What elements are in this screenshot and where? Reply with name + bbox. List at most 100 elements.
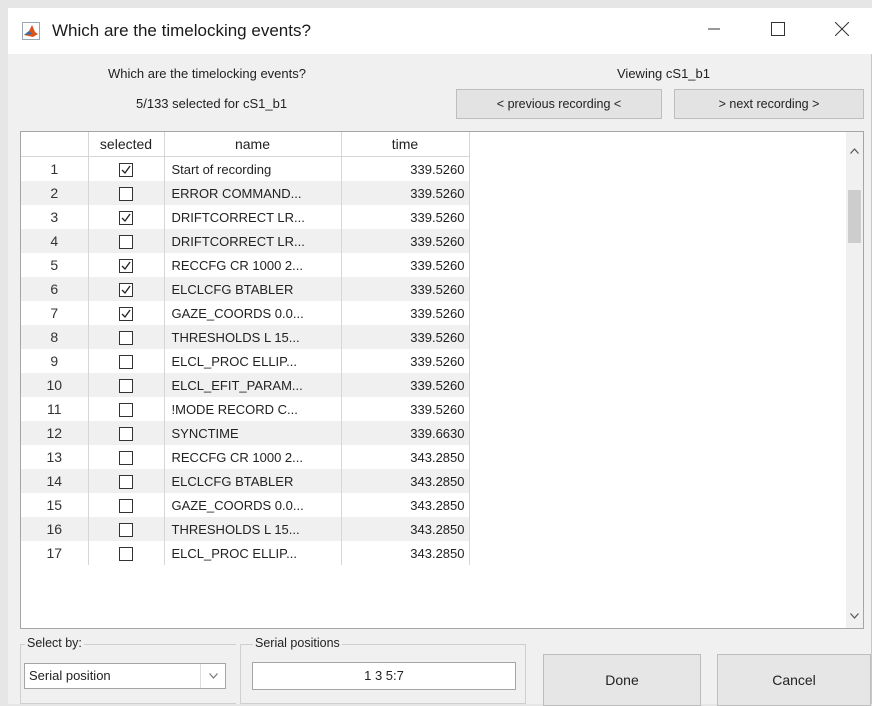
checkbox-unchecked[interactable] (119, 450, 133, 465)
checkbox-checked[interactable] (119, 306, 133, 321)
event-name[interactable]: GAZE_COORDS 0.0... (164, 493, 342, 517)
table-row[interactable]: 15 GAZE_COORDS 0.0... 343.2850 (21, 493, 470, 517)
table-row[interactable]: 5 RECCFG CR 1000 2... 339.5260 (21, 253, 470, 277)
event-name[interactable]: SYNCTIME (164, 421, 342, 445)
column-header-time[interactable]: time (341, 132, 470, 157)
table-row[interactable]: 1 Start of recording 339.5260 (21, 156, 470, 181)
selected-cell[interactable] (88, 445, 165, 469)
selected-cell[interactable] (88, 277, 165, 301)
event-time[interactable]: 343.2850 (341, 493, 470, 517)
selected-cell[interactable] (88, 493, 165, 517)
event-name[interactable]: DRIFTCORRECT LR... (164, 229, 342, 253)
table-row[interactable]: 10 ELCL_EFIT_PARAM... 339.5260 (21, 373, 470, 397)
table-row[interactable]: 2 ERROR COMMAND... 339.5260 (21, 181, 470, 205)
table-row[interactable]: 8 THRESHOLDS L 15... 339.5260 (21, 325, 470, 349)
vertical-scrollbar[interactable] (846, 132, 863, 628)
events-table[interactable]: selected name time 1 Start of recording 33… (20, 131, 864, 629)
select-by-dropdown[interactable]: Serial position (24, 663, 226, 689)
selected-cell[interactable] (88, 469, 165, 493)
serial-positions-input[interactable]: 1 3 5:7 (252, 662, 516, 690)
table-row[interactable]: 7 GAZE_COORDS 0.0... 339.5260 (21, 301, 470, 325)
table-row[interactable]: 17 ELCL_PROC ELLIP... 343.2850 (21, 541, 470, 565)
close-button[interactable] (814, 8, 870, 54)
table-row[interactable]: 4 DRIFTCORRECT LR... 339.5260 (21, 229, 470, 253)
event-name[interactable]: DRIFTCORRECT LR... (164, 205, 342, 229)
event-time[interactable]: 343.2850 (341, 469, 470, 493)
event-name[interactable]: ELCLCFG BTABLER (164, 277, 342, 301)
table-row[interactable]: 9 ELCL_PROC ELLIP... 339.5260 (21, 349, 470, 373)
event-time[interactable]: 339.5260 (341, 277, 470, 301)
event-time[interactable]: 339.5260 (341, 301, 470, 325)
event-time[interactable]: 339.5260 (341, 349, 470, 373)
table-row[interactable]: 14 ELCLCFG BTABLER 343.2850 (21, 469, 470, 493)
event-name[interactable]: !MODE RECORD C... (164, 397, 342, 421)
previous-recording-button[interactable]: < previous recording < (456, 89, 662, 119)
scroll-thumb[interactable] (848, 190, 861, 243)
checkbox-unchecked[interactable] (119, 522, 133, 537)
checkbox-checked[interactable] (119, 162, 133, 177)
event-name[interactable]: Start of recording (164, 156, 342, 181)
selected-cell[interactable] (88, 373, 165, 397)
checkbox-unchecked[interactable] (119, 186, 133, 201)
table-row[interactable]: 12 SYNCTIME 339.6630 (21, 421, 470, 445)
event-name[interactable]: ELCL_EFIT_PARAM... (164, 373, 342, 397)
event-time[interactable]: 343.2850 (341, 445, 470, 469)
selected-cell[interactable] (88, 301, 165, 325)
column-header-name[interactable]: name (164, 132, 342, 157)
selected-cell[interactable] (88, 156, 165, 181)
checkbox-unchecked[interactable] (119, 234, 133, 249)
event-time[interactable]: 339.5260 (341, 156, 470, 181)
selected-cell[interactable] (88, 181, 165, 205)
selected-cell[interactable] (88, 541, 165, 565)
table-row[interactable]: 3 DRIFTCORRECT LR... 339.5260 (21, 205, 470, 229)
table-row[interactable]: 6 ELCLCFG BTABLER 339.5260 (21, 277, 470, 301)
selected-cell[interactable] (88, 253, 165, 277)
checkbox-checked[interactable] (119, 210, 133, 225)
event-name[interactable]: ELCL_PROC ELLIP... (164, 349, 342, 373)
checkbox-unchecked[interactable] (119, 378, 133, 393)
selected-cell[interactable] (88, 421, 165, 445)
event-name[interactable]: ELCLCFG BTABLER (164, 469, 342, 493)
cancel-button[interactable]: Cancel (717, 654, 871, 706)
checkbox-unchecked[interactable] (119, 426, 133, 441)
event-time[interactable]: 339.5260 (341, 205, 470, 229)
column-header-index[interactable] (21, 132, 89, 157)
minimize-button[interactable] (686, 8, 742, 54)
selected-cell[interactable] (88, 205, 165, 229)
event-time[interactable]: 339.5260 (341, 373, 470, 397)
event-time[interactable]: 339.5260 (341, 253, 470, 277)
scroll-down-icon[interactable] (846, 604, 863, 628)
next-recording-button[interactable]: > next recording > (674, 89, 864, 119)
checkbox-unchecked[interactable] (119, 354, 133, 369)
event-name[interactable]: GAZE_COORDS 0.0... (164, 301, 342, 325)
event-time[interactable]: 339.6630 (341, 421, 470, 445)
selected-cell[interactable] (88, 325, 165, 349)
checkbox-checked[interactable] (119, 258, 133, 273)
event-time[interactable]: 343.2850 (341, 541, 470, 565)
event-name[interactable]: THRESHOLDS L 15... (164, 517, 342, 541)
scroll-up-icon[interactable] (846, 132, 863, 170)
table-row[interactable]: 13 RECCFG CR 1000 2... 343.2850 (21, 445, 470, 469)
chevron-down-icon[interactable] (200, 664, 225, 688)
event-name[interactable]: ERROR COMMAND... (164, 181, 342, 205)
maximize-button[interactable] (750, 8, 806, 54)
event-time[interactable]: 339.5260 (341, 397, 470, 421)
selected-cell[interactable] (88, 349, 165, 373)
event-name[interactable]: RECCFG CR 1000 2... (164, 445, 342, 469)
event-time[interactable]: 339.5260 (341, 181, 470, 205)
event-name[interactable]: ELCL_PROC ELLIP... (164, 541, 342, 565)
table-row[interactable]: 16 THRESHOLDS L 15... 343.2850 (21, 517, 470, 541)
checkbox-unchecked[interactable] (119, 330, 133, 345)
event-time[interactable]: 339.5260 (341, 229, 470, 253)
event-name[interactable]: RECCFG CR 1000 2... (164, 253, 342, 277)
event-time[interactable]: 343.2850 (341, 517, 470, 541)
checkbox-unchecked[interactable] (119, 402, 133, 417)
title-bar[interactable]: Which are the timelocking events? (8, 8, 872, 54)
event-name[interactable]: THRESHOLDS L 15... (164, 325, 342, 349)
done-button[interactable]: Done (543, 654, 701, 706)
checkbox-checked[interactable] (119, 282, 133, 297)
selected-cell[interactable] (88, 517, 165, 541)
event-time[interactable]: 339.5260 (341, 325, 470, 349)
selected-cell[interactable] (88, 397, 165, 421)
checkbox-unchecked[interactable] (119, 474, 133, 489)
